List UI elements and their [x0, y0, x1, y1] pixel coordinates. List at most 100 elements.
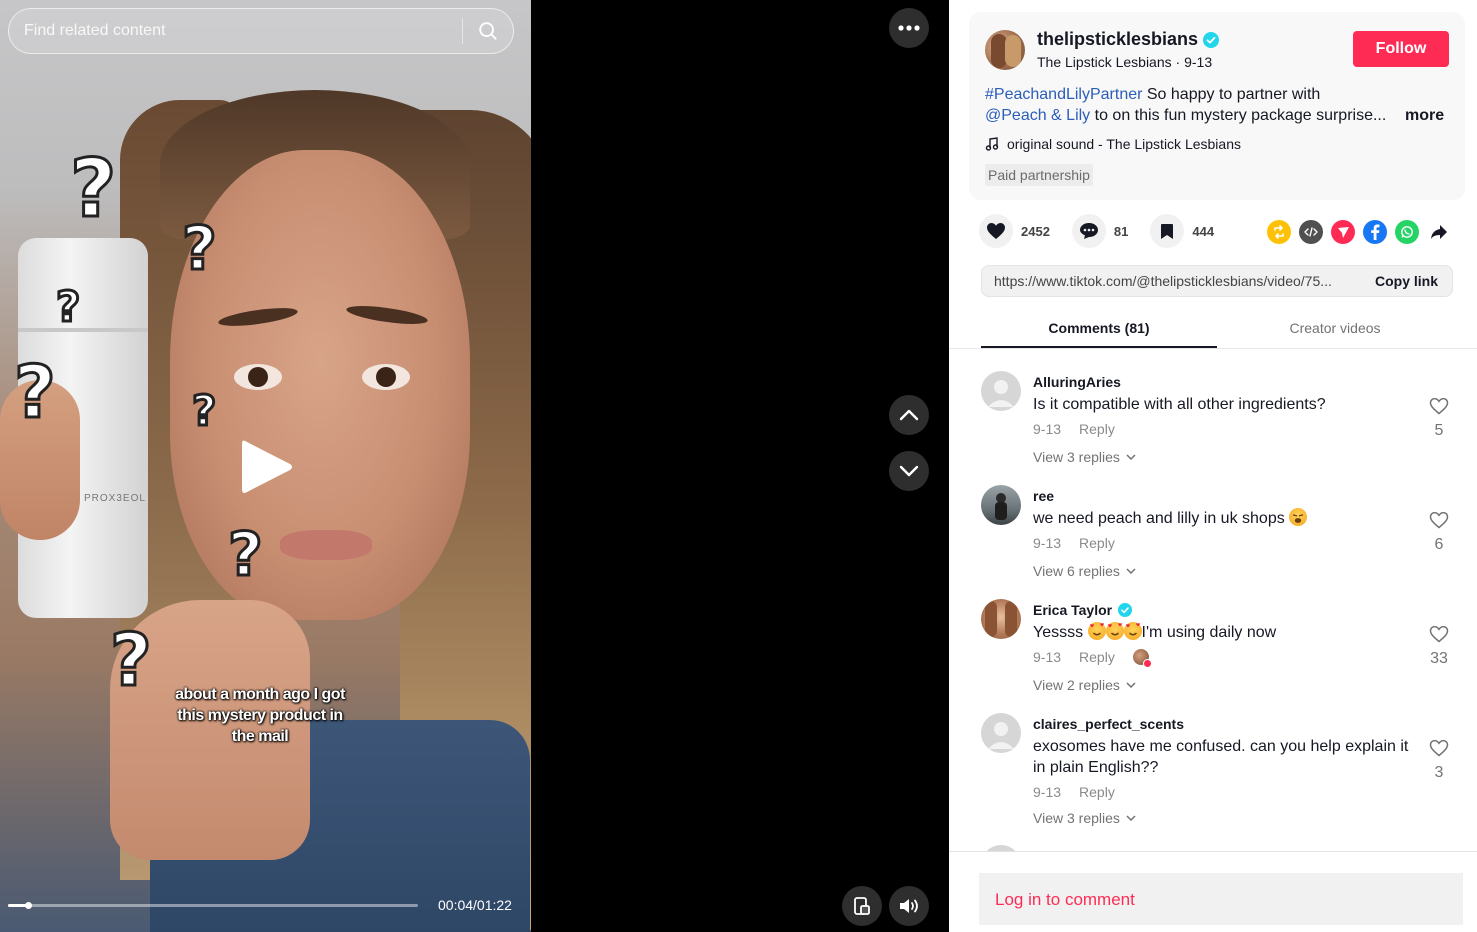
- copy-link-button[interactable]: Copy link: [1359, 273, 1452, 289]
- login-to-comment-button[interactable]: Log in to comment: [979, 873, 1463, 925]
- commenter-avatar[interactable]: [981, 599, 1021, 639]
- send-button[interactable]: [1331, 220, 1355, 244]
- commenter-name-text[interactable]: Erica Taylor: [1033, 602, 1112, 618]
- repost-icon: [1274, 225, 1284, 239]
- comment-date: 9-13: [1033, 649, 1062, 665]
- progress-bar[interactable]: [8, 902, 418, 909]
- video-time: 00:04/01:22: [438, 897, 512, 913]
- login-to-comment-label[interactable]: Log in to comment: [995, 890, 1135, 910]
- sound-link[interactable]: original sound - The Lipstick Lesbians: [985, 136, 1241, 152]
- reply-button[interactable]: Reply: [1079, 649, 1115, 665]
- video-caption: about a month ago I got this mystery pro…: [160, 684, 360, 747]
- video-player[interactable]: PROX3EOL ? ? ? ? ? ? ? about a month ago…: [0, 0, 949, 932]
- hashtag-link[interactable]: #PeachandLilyPartner: [985, 86, 1142, 103]
- mention-link[interactable]: @Peach & Lily: [985, 107, 1090, 124]
- heart-outline-icon[interactable]: [1429, 625, 1449, 643]
- view-replies-button[interactable]: View 3 replies: [1033, 449, 1136, 465]
- chevron-down-icon: [1126, 815, 1136, 821]
- search-button[interactable]: [463, 9, 513, 53]
- question-mark-sticker: ?: [68, 141, 117, 237]
- heart-outline-icon[interactable]: [1429, 397, 1449, 415]
- embed-button[interactable]: [1299, 220, 1323, 244]
- more-options-button[interactable]: [889, 8, 929, 48]
- search-bar: [8, 8, 514, 54]
- more-share-button[interactable]: [1427, 220, 1451, 244]
- comment-like: 33: [1427, 625, 1451, 668]
- reply-button[interactable]: Reply: [1079, 421, 1115, 437]
- commenter-name[interactable]: AlluringAries: [1033, 374, 1121, 390]
- save-button[interactable]: 444: [1150, 214, 1214, 248]
- like-button[interactable]: 2452: [979, 214, 1050, 248]
- tab-creator-videos[interactable]: Creator videos: [1217, 310, 1453, 348]
- author-avatar[interactable]: [985, 30, 1025, 70]
- volume-button[interactable]: [889, 886, 929, 926]
- author-username-text[interactable]: thelipsticklesbians: [1037, 29, 1198, 50]
- facebook-icon: [1371, 224, 1380, 240]
- search-input[interactable]: [9, 9, 462, 53]
- commenter-name[interactable]: claires_perfect_scents: [1033, 716, 1184, 732]
- comment-like: 3: [1427, 739, 1451, 782]
- comment-date: 9-13: [1033, 421, 1062, 437]
- commenter-name-text[interactable]: claires_perfect_scents: [1033, 716, 1184, 732]
- previous-video-button[interactable]: [889, 395, 929, 435]
- comment-like: 5: [1427, 397, 1451, 440]
- next-video-button[interactable]: [889, 451, 929, 491]
- comment-like-count: 6: [1434, 536, 1444, 553]
- video-frame[interactable]: PROX3EOL ? ? ? ? ? ? ? about a month ago…: [0, 0, 531, 932]
- tab-comments[interactable]: Comments (81): [981, 310, 1217, 348]
- comment-like-count: 33: [1430, 650, 1448, 667]
- share-row: [1267, 220, 1451, 244]
- mini-player-button[interactable]: [842, 886, 882, 926]
- question-mark-sticker: ?: [227, 519, 265, 592]
- question-mark-sticker: ?: [13, 349, 58, 436]
- view-replies-button[interactable]: View 6 replies: [1033, 563, 1136, 579]
- post-date: 9-13: [1184, 54, 1213, 70]
- chevron-down-icon: [899, 465, 919, 477]
- chevron-up-icon: [899, 409, 919, 421]
- view-replies-label[interactable]: View 3 replies: [1033, 810, 1120, 826]
- creator-liked-avatar: [1132, 649, 1152, 668]
- heart-icon: [979, 214, 1013, 248]
- chevron-down-icon: [1126, 682, 1136, 688]
- verified-badge-icon: [1203, 31, 1220, 48]
- description-text: So happy to partner with: [1142, 86, 1321, 103]
- view-replies-button[interactable]: View 3 replies: [1033, 810, 1136, 826]
- more-button[interactable]: more: [1405, 105, 1444, 126]
- commenter-avatar[interactable]: [981, 713, 1021, 753]
- play-icon[interactable]: [238, 437, 294, 497]
- comment-text-body: I'm using daily now: [1141, 624, 1277, 641]
- view-replies-button[interactable]: View 2 replies: [1033, 677, 1136, 693]
- sound-name[interactable]: original sound - The Lipstick Lesbians: [1007, 136, 1241, 152]
- commenter-avatar[interactable]: [981, 485, 1021, 525]
- reply-button[interactable]: Reply: [1079, 535, 1115, 551]
- progress-knob[interactable]: [25, 902, 33, 909]
- question-mark-sticker: ?: [181, 213, 219, 286]
- heart-outline-icon[interactable]: [1429, 739, 1449, 757]
- view-replies-label[interactable]: View 2 replies: [1033, 677, 1120, 693]
- commenter-name-text[interactable]: AlluringAries: [1033, 374, 1121, 390]
- view-replies-label[interactable]: View 3 replies: [1033, 449, 1120, 465]
- reply-button[interactable]: Reply: [1079, 784, 1115, 800]
- follow-button[interactable]: Follow: [1353, 31, 1449, 67]
- embed-icon: [1304, 227, 1318, 237]
- repost-button[interactable]: [1267, 220, 1291, 244]
- smiling-hearts-emoji-icon: [1105, 622, 1124, 640]
- whatsapp-icon: [1401, 226, 1413, 238]
- comment-meta: 9-13 Reply: [1033, 784, 1115, 800]
- post-description: #PeachandLilyPartner So happy to partner…: [985, 84, 1455, 126]
- paid-partnership-tag: Paid partnership: [985, 164, 1093, 186]
- facebook-share-button[interactable]: [1363, 220, 1387, 244]
- heart-outline-icon[interactable]: [1429, 511, 1449, 529]
- commenter-name[interactable]: ree: [1033, 488, 1054, 504]
- author-username[interactable]: thelipsticklesbians: [1037, 29, 1220, 50]
- whatsapp-share-button[interactable]: [1395, 220, 1419, 244]
- commenter-avatar[interactable]: [981, 371, 1021, 411]
- commenter-name-text[interactable]: ree: [1033, 488, 1054, 504]
- like-count: 2452: [1021, 223, 1050, 239]
- share-link-text[interactable]: https://www.tiktok.com/@thelipsticklesbi…: [982, 273, 1359, 289]
- question-mark-sticker: ?: [190, 385, 217, 437]
- comment-button[interactable]: 81: [1071, 214, 1128, 248]
- commenter-name[interactable]: Erica Taylor: [1033, 602, 1133, 618]
- more-icon: [898, 25, 920, 31]
- view-replies-label[interactable]: View 6 replies: [1033, 563, 1120, 579]
